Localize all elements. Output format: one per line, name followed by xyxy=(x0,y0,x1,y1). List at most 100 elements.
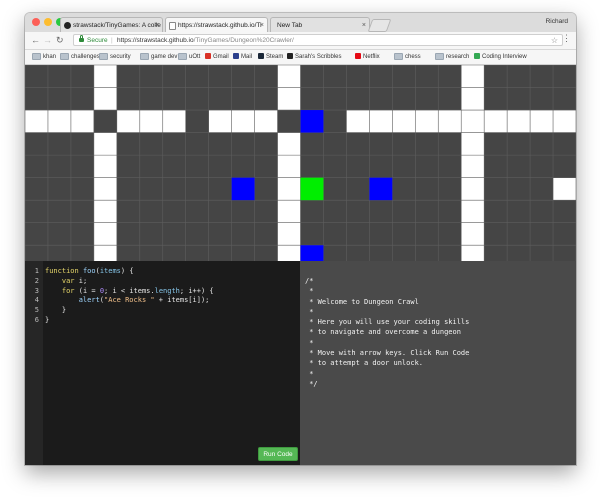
instructions-panel: /* * * Welcome to Dungeon Crawl * * Here… xyxy=(300,261,576,465)
dungeon-wall xyxy=(461,65,485,88)
steam-icon xyxy=(258,53,264,60)
forward-arrow-icon[interactable]: → xyxy=(43,34,52,46)
bookmark-uott[interactable]: uOtt xyxy=(178,53,200,61)
bookmark-challenges[interactable]: challenges xyxy=(60,53,100,61)
code-text: alert("Ace Rocks " + items[i]); xyxy=(39,296,210,305)
secure-label: Secure xyxy=(87,37,108,44)
bookmark-coding-interview[interactable]: Coding Interview xyxy=(474,53,527,61)
code-token: + items[i]); xyxy=(154,296,210,305)
profile-name[interactable]: Richard xyxy=(546,18,568,25)
folder-icon xyxy=(394,53,403,60)
bookmark-game-dev[interactable]: game dev xyxy=(140,53,177,61)
dungeon-wall xyxy=(70,110,94,133)
folder-icon xyxy=(32,53,41,60)
dungeon-wall xyxy=(277,132,301,156)
code-token: var xyxy=(61,276,75,285)
tab-close-icon[interactable]: × xyxy=(260,18,264,32)
bookmark-gmail[interactable]: Gmail xyxy=(205,53,229,61)
code-line[interactable]: 6} xyxy=(25,316,300,326)
lock-icon xyxy=(79,35,84,42)
bookmark-label: Mail xyxy=(241,54,253,60)
code-text: for (i = 0; i < items.length; i++) { xyxy=(39,287,214,295)
bookmark-label: Coding Interview xyxy=(482,54,527,60)
dungeon-wall xyxy=(346,110,370,133)
dungeon-wall xyxy=(461,110,485,133)
close-window-button[interactable] xyxy=(32,18,40,26)
dungeon-wall xyxy=(277,245,301,261)
tab-close-icon[interactable]: × xyxy=(362,18,366,32)
dungeon-wall xyxy=(277,177,301,201)
instruction-line: /* xyxy=(305,277,314,285)
address-bar[interactable]: Secure | https://strawstack.github.io/Ti… xyxy=(73,34,563,46)
bookmark-label: Sarah's Scribbles xyxy=(295,54,342,60)
dungeon-wall xyxy=(277,200,301,223)
code-editor[interactable]: 1 function foo(items) {2 var i; 3 for (i =… xyxy=(25,261,300,465)
new-tab-button[interactable] xyxy=(367,19,392,32)
instruction-line: * Move with arrow keys. Click Run Code xyxy=(305,349,470,358)
tab-dungeon-crawler[interactable]: https://strawstack.github.io/Ti × xyxy=(165,17,268,32)
url-path: /TinyGames/Dungeon%20Crawler/ xyxy=(193,37,294,44)
dungeon-wall xyxy=(461,200,485,223)
dungeon-wall xyxy=(277,155,301,178)
tab-new-tab[interactable]: New Tab × xyxy=(270,17,370,32)
bookmark-netflix[interactable]: Netflix xyxy=(355,53,380,61)
address-url: https://strawstack.github.io/TinyGames/D… xyxy=(117,35,294,47)
gmail-icon xyxy=(205,53,211,60)
locked-door xyxy=(300,110,324,133)
instruction-line: * Here you will use your coding skills xyxy=(305,318,470,327)
bookmark-sarah-s-scribbles[interactable]: Sarah's Scribbles xyxy=(287,53,342,61)
url-host: https://strawstack.github.io xyxy=(117,37,194,44)
line-number: 4 xyxy=(34,296,39,305)
code-line[interactable]: 5 } xyxy=(25,306,300,316)
back-arrow-icon[interactable]: ← xyxy=(31,34,40,46)
tab-close-icon[interactable]: × xyxy=(155,18,159,32)
bookmark-research[interactable]: research xyxy=(435,53,469,61)
code-line[interactable]: 4 alert("Ace Rocks " + items[i]); xyxy=(25,296,300,306)
code-token: for xyxy=(61,286,75,295)
bookmark-label: game dev xyxy=(151,54,178,61)
dungeon-wall xyxy=(277,222,301,246)
dungeon-wall xyxy=(461,132,485,156)
code-lines[interactable]: 1 function foo(items) {2 var i; 3 for (i =… xyxy=(25,267,300,326)
browser-menu-icon[interactable]: ⋮ xyxy=(562,33,571,44)
dungeon-wall xyxy=(553,110,576,133)
dungeon-map[interactable] xyxy=(25,65,576,261)
code-line[interactable]: 1 function foo(items) { xyxy=(25,267,300,277)
bookmark-star-icon[interactable]: ☆ xyxy=(551,35,558,47)
dungeon-wall xyxy=(47,110,71,133)
dungeon-wall xyxy=(438,110,462,133)
code-line[interactable]: 3 for (i = 0; i < items.length; i++) { xyxy=(25,287,300,297)
dungeon-wall xyxy=(392,110,416,133)
page-viewport: 1 function foo(items) {2 var i; 3 for (i =… xyxy=(25,65,576,465)
dungeon-wall xyxy=(208,110,232,133)
dungeon-wall xyxy=(93,222,117,246)
code-token: length xyxy=(154,286,180,295)
dungeon-wall xyxy=(484,110,508,133)
code-line[interactable]: 2 var i; xyxy=(25,277,300,287)
dungeon-wall xyxy=(231,110,255,133)
bookmark-steam[interactable]: Steam xyxy=(258,53,283,61)
bookmark-chess[interactable]: chess xyxy=(394,53,421,61)
reload-icon[interactable]: ↻ xyxy=(56,34,64,46)
dungeon-wall xyxy=(116,110,140,133)
dungeon-wall xyxy=(277,87,301,111)
bookmark-security[interactable]: security xyxy=(99,53,131,61)
dungeon-wall xyxy=(139,110,163,133)
line-number: 5 xyxy=(34,306,39,315)
instructions-text: /* * * Welcome to Dungeon Crawl * * Here… xyxy=(305,276,469,389)
tab-tinygames-repo[interactable]: strawstack/TinyGames: A colle × xyxy=(60,17,163,32)
bookmark-label: Gmail xyxy=(213,54,229,60)
line-number: 1 xyxy=(34,267,39,275)
bookmark-mail[interactable]: Mail xyxy=(233,53,252,61)
bookmark-label: uOtt xyxy=(189,54,201,61)
page-icon xyxy=(169,22,176,30)
run-code-button[interactable]: Run Code xyxy=(258,447,298,461)
bookmark-label: Netflix xyxy=(363,54,380,60)
netflix-icon xyxy=(355,53,361,60)
code-token: ) { xyxy=(120,267,134,275)
bookmark-khan[interactable]: khan xyxy=(32,53,56,61)
minimize-window-button[interactable] xyxy=(44,18,52,26)
